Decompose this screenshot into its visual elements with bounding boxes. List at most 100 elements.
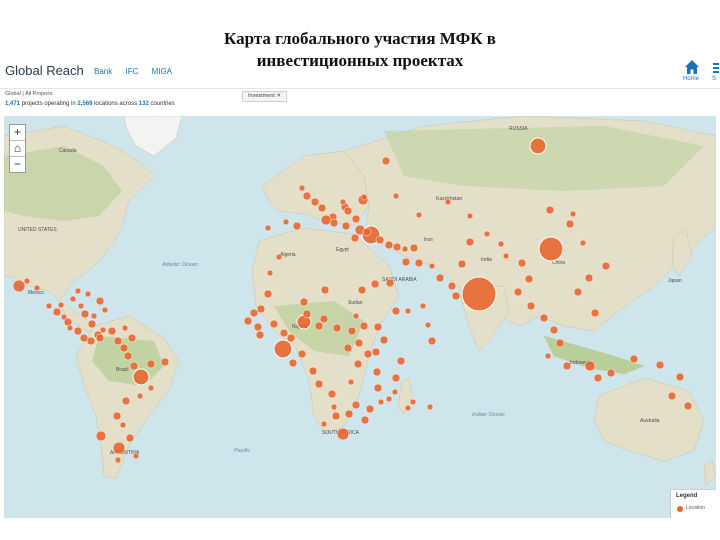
project-location-marker[interactable] bbox=[517, 258, 527, 268]
project-location-marker[interactable] bbox=[136, 392, 144, 400]
project-location-marker[interactable] bbox=[360, 193, 368, 201]
project-location-marker[interactable] bbox=[667, 391, 677, 401]
project-location-marker[interactable] bbox=[555, 338, 565, 348]
project-location-marker[interactable] bbox=[502, 252, 510, 260]
project-location-marker[interactable] bbox=[391, 373, 401, 383]
project-location-marker[interactable] bbox=[125, 433, 135, 443]
home-label[interactable]: Home bbox=[683, 76, 699, 82]
project-location-marker[interactable] bbox=[354, 338, 364, 348]
project-location-marker[interactable] bbox=[545, 205, 555, 215]
project-location-marker[interactable] bbox=[63, 317, 73, 327]
share-icon[interactable] bbox=[712, 60, 720, 76]
project-location-marker[interactable] bbox=[404, 404, 412, 412]
project-location-marker[interactable] bbox=[347, 326, 357, 336]
project-location-marker[interactable] bbox=[266, 269, 274, 277]
map-canvas[interactable]: RUSSIA Canada UNITED STATES Mexico Brazi… bbox=[4, 116, 716, 518]
project-location-marker[interactable] bbox=[332, 323, 342, 333]
project-location-marker[interactable] bbox=[123, 351, 133, 361]
project-location-marker[interactable] bbox=[584, 273, 594, 283]
project-location-marker[interactable] bbox=[392, 192, 400, 200]
project-location-marker[interactable] bbox=[629, 354, 639, 364]
project-location-marker[interactable] bbox=[362, 227, 372, 237]
project-location-marker[interactable] bbox=[146, 359, 156, 369]
project-location-marker[interactable] bbox=[483, 230, 491, 238]
project-location-marker[interactable] bbox=[23, 277, 31, 285]
project-location-marker[interactable] bbox=[352, 312, 360, 320]
project-location-marker[interactable] bbox=[377, 398, 385, 406]
project-location-marker[interactable] bbox=[357, 285, 367, 295]
project-location-marker[interactable] bbox=[286, 333, 296, 343]
project-location-marker[interactable] bbox=[119, 421, 127, 429]
project-location-marker[interactable] bbox=[112, 411, 122, 421]
legend[interactable]: Legend Location bbox=[670, 489, 716, 518]
project-location-marker[interactable] bbox=[275, 253, 283, 261]
project-location-marker[interactable] bbox=[424, 321, 432, 329]
project-location-marker[interactable] bbox=[426, 403, 434, 411]
project-location-marker[interactable] bbox=[344, 409, 354, 419]
project-location-marker[interactable] bbox=[99, 326, 107, 334]
project-location-marker[interactable] bbox=[466, 212, 474, 220]
project-location-marker[interactable] bbox=[461, 276, 497, 312]
project-location-marker[interactable] bbox=[655, 360, 665, 370]
project-location-marker[interactable] bbox=[327, 389, 337, 399]
filter-chip[interactable]: Investment ✕ bbox=[242, 91, 288, 102]
project-location-marker[interactable] bbox=[339, 198, 347, 206]
project-location-marker[interactable] bbox=[121, 324, 129, 332]
breadcrumb[interactable]: Global | All Projects bbox=[5, 91, 53, 97]
project-location-marker[interactable] bbox=[336, 427, 350, 441]
project-location-marker[interactable] bbox=[121, 396, 131, 406]
nav-ifc[interactable]: IFC bbox=[125, 67, 138, 76]
project-location-marker[interactable] bbox=[132, 452, 140, 460]
project-location-marker[interactable] bbox=[396, 356, 406, 366]
project-location-marker[interactable] bbox=[317, 203, 327, 213]
project-location-marker[interactable] bbox=[365, 404, 375, 414]
project-location-marker[interactable] bbox=[320, 285, 330, 295]
project-location-marker[interactable] bbox=[341, 221, 351, 231]
project-location-marker[interactable] bbox=[263, 289, 273, 299]
project-location-marker[interactable] bbox=[330, 403, 338, 411]
project-location-marker[interactable] bbox=[253, 322, 263, 332]
project-location-marker[interactable] bbox=[447, 281, 457, 291]
project-location-marker[interactable] bbox=[391, 306, 401, 316]
project-location-marker[interactable] bbox=[497, 240, 505, 248]
project-location-marker[interactable] bbox=[370, 279, 380, 289]
project-location-marker[interactable] bbox=[513, 287, 523, 297]
project-location-marker[interactable] bbox=[101, 306, 109, 314]
project-location-marker[interactable] bbox=[414, 258, 424, 268]
project-location-marker[interactable] bbox=[314, 379, 324, 389]
project-location-marker[interactable] bbox=[12, 279, 26, 293]
project-location-marker[interactable] bbox=[329, 218, 339, 228]
project-location-marker[interactable] bbox=[95, 430, 107, 442]
project-location-marker[interactable] bbox=[84, 290, 92, 298]
project-location-marker[interactable] bbox=[371, 347, 381, 357]
project-location-marker[interactable] bbox=[343, 343, 353, 353]
project-location-marker[interactable] bbox=[465, 237, 475, 247]
project-location-marker[interactable] bbox=[435, 273, 445, 283]
project-location-marker[interactable] bbox=[457, 259, 467, 269]
project-location-marker[interactable] bbox=[320, 420, 328, 428]
project-location-marker[interactable] bbox=[381, 156, 391, 166]
project-location-marker[interactable] bbox=[529, 137, 547, 155]
project-location-marker[interactable] bbox=[419, 302, 427, 310]
project-location-marker[interactable] bbox=[409, 398, 417, 406]
project-location-marker[interactable] bbox=[331, 411, 341, 421]
project-location-marker[interactable] bbox=[95, 296, 105, 306]
project-location-marker[interactable] bbox=[683, 401, 693, 411]
project-location-marker[interactable] bbox=[343, 206, 353, 216]
project-location-marker[interactable] bbox=[579, 239, 587, 247]
project-location-marker[interactable] bbox=[279, 328, 289, 338]
project-location-marker[interactable] bbox=[385, 395, 393, 403]
project-location-marker[interactable] bbox=[314, 321, 324, 331]
project-location-marker[interactable] bbox=[256, 304, 266, 314]
nav-bank[interactable]: Bank bbox=[94, 67, 112, 76]
project-location-marker[interactable] bbox=[77, 302, 85, 310]
project-location-marker[interactable] bbox=[606, 368, 616, 378]
project-location-marker[interactable] bbox=[350, 233, 360, 243]
project-location-marker[interactable] bbox=[565, 219, 575, 229]
project-location-marker[interactable] bbox=[444, 198, 452, 206]
project-location-marker[interactable] bbox=[427, 336, 437, 346]
project-location-marker[interactable] bbox=[264, 224, 272, 232]
project-location-marker[interactable] bbox=[33, 284, 41, 292]
project-location-marker[interactable] bbox=[299, 297, 309, 307]
project-location-marker[interactable] bbox=[292, 221, 302, 231]
